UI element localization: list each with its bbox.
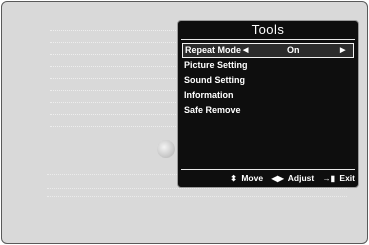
dimmed-line xyxy=(50,90,190,92)
menu-item-sound-setting[interactable]: Sound Setting xyxy=(182,73,354,88)
menu-item-repeat-mode[interactable]: Repeat Mode ◀ On ▶ xyxy=(182,43,354,58)
tools-footer: ⬍ Move ◀▶ Adjust →▮ Exit xyxy=(181,169,355,187)
exit-icon: →▮ xyxy=(322,174,336,183)
tv-screen: Tools Repeat Mode ◀ On ▶ Picture Setting… xyxy=(1,1,368,244)
tools-title: Tools xyxy=(181,21,355,40)
menu-item-label: Sound Setting xyxy=(184,75,245,85)
move-hint[interactable]: ⬍ Move xyxy=(230,170,263,187)
arrow-left-icon[interactable]: ◀ xyxy=(243,44,248,57)
adjust-hint[interactable]: ◀▶ Adjust xyxy=(271,170,314,187)
dimmed-line xyxy=(50,102,190,104)
menu-item-information[interactable]: Information xyxy=(182,88,354,103)
tools-list: Repeat Mode ◀ On ▶ Picture Setting Sound… xyxy=(182,43,354,118)
menu-item-label: Information xyxy=(184,90,234,100)
adjust-label: Adjust xyxy=(287,173,315,183)
dimmed-line xyxy=(50,54,190,56)
menu-item-label: Picture Setting xyxy=(184,60,248,70)
menu-item-safe-remove[interactable]: Safe Remove xyxy=(182,103,354,118)
dimmed-line xyxy=(50,114,190,116)
menu-item-picture-setting[interactable]: Picture Setting xyxy=(182,58,354,73)
dimmed-line xyxy=(50,42,190,44)
up-down-arrows-icon: ⬍ xyxy=(230,174,237,183)
dimmed-line xyxy=(47,174,177,176)
dimmed-line xyxy=(47,196,347,198)
exit-hint[interactable]: →▮ Exit xyxy=(323,170,355,187)
dimmed-line xyxy=(50,78,190,80)
dimmed-line xyxy=(50,30,190,32)
dimmed-line xyxy=(47,188,347,190)
dimmed-background-menu xyxy=(50,30,190,138)
menu-item-label: Safe Remove xyxy=(184,105,241,115)
dimmed-line xyxy=(50,66,190,68)
left-right-arrows-icon: ◀▶ xyxy=(271,174,284,183)
dimmed-knob xyxy=(157,140,175,158)
move-label: Move xyxy=(241,173,264,183)
arrow-right-icon[interactable]: ▶ xyxy=(340,44,345,57)
exit-label: Exit xyxy=(339,173,355,183)
tools-menu: Tools Repeat Mode ◀ On ▶ Picture Setting… xyxy=(177,20,359,188)
menu-item-label: Repeat Mode xyxy=(185,45,242,55)
repeat-mode-value: On xyxy=(287,45,300,55)
dimmed-line xyxy=(50,126,190,128)
